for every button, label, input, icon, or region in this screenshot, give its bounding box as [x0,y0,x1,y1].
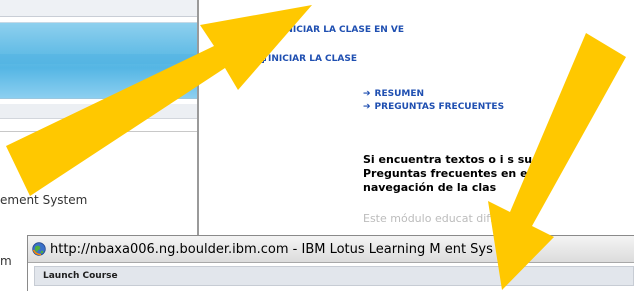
popup-body: Launch Course [28,263,634,291]
left-window-partial-text: m [0,254,12,268]
launch-live-class-label: INICIAR LA CLASE EN VE [282,25,405,35]
launch-live-class-link[interactable]: INICIAR LA CLASE EN VE [271,25,404,35]
popup-title-bar[interactable]: http://nbaxa006.ng.boulder.ibm.com - IBM… [28,236,634,263]
popup-title-text: http://nbaxa006.ng.boulder.ibm.com - IBM… [50,241,493,257]
left-window-system-text: ement System [0,193,88,207]
resumen-label: RESUMEN [374,89,425,99]
globe-icon [32,242,46,256]
module-description-text: Este módulo educat dificó no [363,212,524,225]
arrow-bullet-icon: ➔ [363,102,371,112]
launch-class-link[interactable]: INICIAR LA CLASE [257,54,357,64]
window-launch-icon [257,55,266,63]
notice-line: Preguntas frecuentes en e [363,167,528,180]
course-notice-text: Si encuentra textos o i s su Preguntas f… [363,153,532,195]
launch-class-label: INICIAR LA CLASE [268,54,357,64]
faq-link[interactable]: ➔ PREGUNTAS FRECUENTES [363,102,504,112]
faq-label: PREGUNTAS FRECUENTES [374,102,505,112]
left-window-divider [0,131,197,132]
arrow-bullet-icon: ➔ [363,89,371,99]
notice-line: navegación de la clas [363,181,497,194]
left-window-toolbar [0,0,197,17]
launch-course-header: Launch Course [34,266,634,286]
left-window-menu-strip [0,104,197,119]
left-window-banner-stripe [0,54,197,64]
window-launch-icon [271,26,280,34]
launch-course-label: Launch Course [43,271,118,281]
notice-line: Si encuentra textos o i s su [363,153,533,166]
launch-course-popup-window: http://nbaxa006.ng.boulder.ibm.com - IBM… [27,235,634,291]
resumen-link[interactable]: ➔ RESUMEN [363,89,424,99]
